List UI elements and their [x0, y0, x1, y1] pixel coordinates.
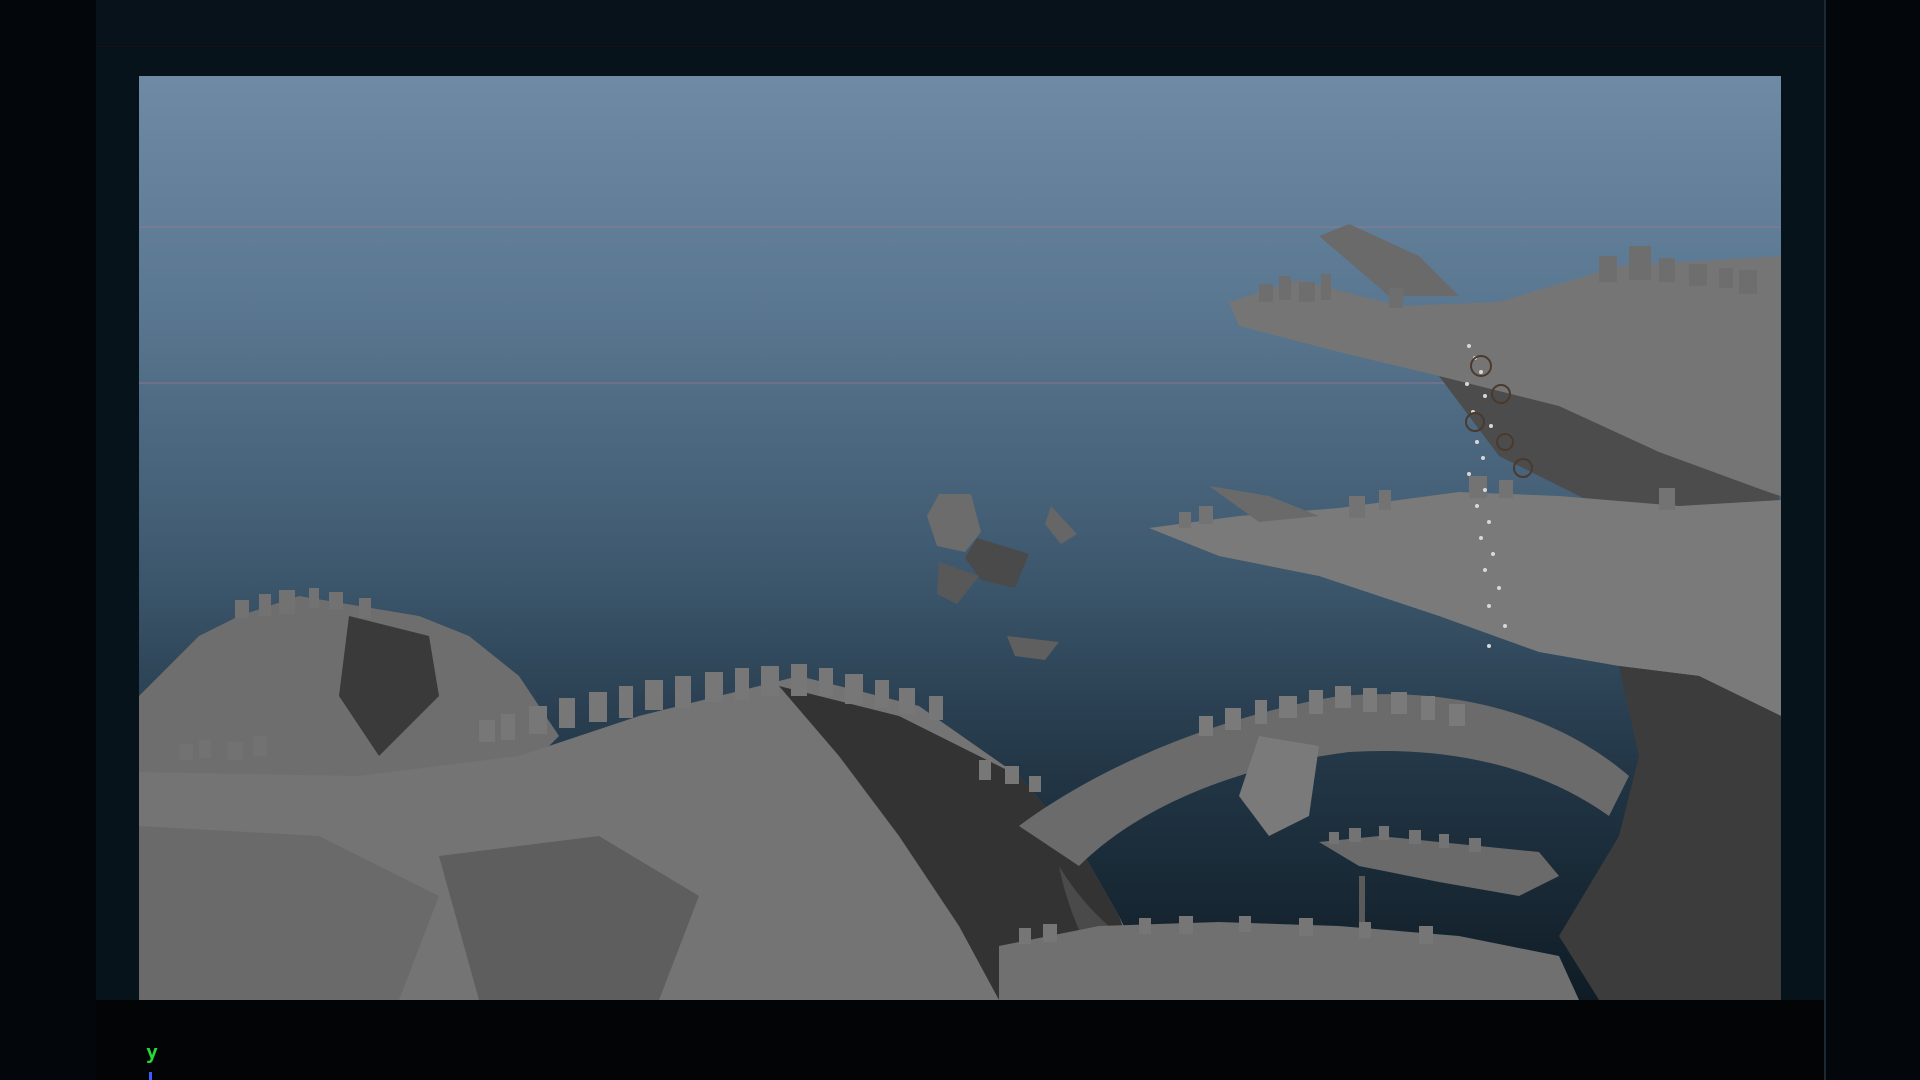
axis-y-label: y — [146, 1040, 159, 1064]
viewport-bottom-strip — [96, 1000, 1824, 1080]
floating-rocks[interactable] — [927, 494, 1077, 660]
scanline — [139, 226, 1781, 228]
axis-z-indicator — [149, 1072, 152, 1080]
app-window: y — [0, 0, 1920, 1080]
3d-viewport-panel[interactable]: y — [96, 0, 1826, 1080]
viewport-top-bar — [96, 0, 1824, 47]
scene-canvas[interactable] — [139, 76, 1781, 1000]
render-gate[interactable] — [139, 76, 1781, 1000]
left-mountain[interactable] — [139, 588, 1159, 1000]
